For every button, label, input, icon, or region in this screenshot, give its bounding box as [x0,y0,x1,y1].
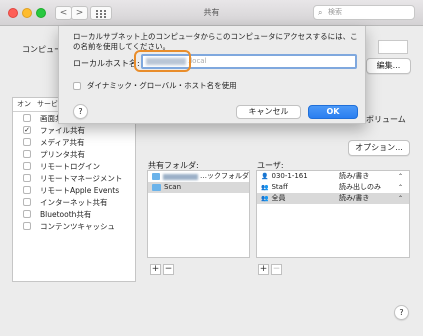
search-icon: ⌕ [318,8,323,17]
cancel-button[interactable]: キャンセル [236,105,301,119]
service-checkbox[interactable] [23,114,31,122]
service-label: リモートApple Events [40,185,120,195]
permission-value: 読み/書き [339,194,370,202]
service-label: リモートログイン [40,161,100,171]
group-icon: 👥 [261,184,269,191]
permission-popup[interactable]: 読み/書き ⌃ [339,171,403,182]
service-label: Bluetooth共有 [40,209,92,219]
permission-value: 読み/書き [339,172,370,180]
folder-name: Scan [164,183,182,191]
service-checkbox[interactable]: ✓ [23,126,31,134]
folder-row[interactable]: Scan [148,182,249,193]
users-list: 👤 030-1-161 読み/書き ⌃ 👥 Staff 読み出しのみ ⌃ 👥 全員 読み/書き ⌃ [256,170,410,258]
service-label: ファイル共有 [40,125,85,135]
service-checkbox[interactable] [23,210,31,218]
user-row[interactable]: 👤 030-1-161 読み/書き ⌃ [257,171,409,182]
hostname-label: ローカルホスト名: [73,59,140,68]
services-header-on: オン [17,100,31,108]
service-checkbox[interactable] [23,162,31,170]
dynamic-hostname-checkbox[interactable] [73,81,81,90]
search-field[interactable]: ⌕ 検索 [313,5,415,20]
add-folder-button[interactable]: + [150,264,161,275]
permission-popup[interactable]: 読み/書き ⌃ [339,193,403,204]
folder-row[interactable]: …ックフォルダ [148,171,249,182]
service-row[interactable]: インターネット共有 [13,196,135,208]
service-checkbox[interactable] [23,150,31,158]
group-icon: 👥 [261,195,269,202]
service-label: インターネット共有 [40,197,108,207]
user-name: 030-1-161 [271,172,308,180]
dynamic-hostname-option[interactable]: ダイナミック・グローバル・ホスト名を使用 [73,80,237,91]
folder-icon [152,184,161,191]
popup-arrows-icon: ⌃ [397,195,403,202]
remove-user-button[interactable]: − [271,264,282,275]
popup-arrows-icon: ⌃ [397,184,403,191]
service-label: プリンタ共有 [40,149,85,159]
service-label: メディア共有 [40,137,85,147]
service-checkbox[interactable] [23,198,31,206]
service-checkbox[interactable] [23,222,31,230]
shared-folders-list: …ックフォルダ Scan [147,170,250,258]
service-row[interactable]: Bluetooth共有 [13,208,135,220]
sheet-help-button[interactable]: ? [73,104,88,119]
service-checkbox[interactable] [23,186,31,194]
hostname-sheet: ローカルサブネット上のコンピュータからこのコンピュータにアクセスするには、この名… [58,26,366,124]
user-name: 全員 [271,194,286,202]
folder-name: …ックフォルダ [200,172,249,180]
service-row[interactable]: リモートログイン [13,160,135,172]
service-checkbox[interactable] [23,174,31,182]
computer-name-field[interactable] [378,40,408,54]
service-row[interactable]: メディア共有 [13,136,135,148]
service-checkbox[interactable] [23,138,31,146]
user-icon: 👤 [261,173,269,180]
redacted-text [162,173,198,180]
permission-value: 読み出しのみ [339,183,381,191]
service-label: リモートマネージメント [40,173,123,183]
service-label: コンテンツキャッシュ [40,221,115,231]
service-row[interactable]: ✓ ファイル共有 [13,124,135,136]
help-button[interactable]: ? [394,305,409,320]
highlight-annotation [134,50,191,72]
user-row[interactable]: 👥 全員 読み/書き ⌃ [257,193,409,204]
user-cell: 👥 Staff [261,182,288,193]
service-row[interactable]: プリンタ共有 [13,148,135,160]
remove-folder-button[interactable]: − [163,264,174,275]
service-row[interactable]: リモートマネージメント [13,172,135,184]
services-list: オン サービス 画面共有 ✓ ファイル共有 メディア共有 プリンタ共有 リモートログインリ… [12,97,136,282]
user-row[interactable]: 👥 Staff 読み出しのみ ⌃ [257,182,409,193]
user-cell: 👤 030-1-161 [261,171,308,182]
search-placeholder: 検索 [328,8,342,16]
sharing-window: < > 共有 ⌕ 検索 コンピュータ名: 編集... オン サービス 画面共有 ✓… [0,0,423,336]
edit-button[interactable]: 編集... [366,58,411,74]
ok-button[interactable]: OK [308,105,358,119]
volume-text: ボリューム [366,115,406,124]
sheet-message: ローカルサブネット上のコンピュータからこのコンピュータにアクセスするには、この名… [73,32,358,51]
permission-popup[interactable]: 読み出しのみ ⌃ [339,182,403,193]
popup-arrows-icon: ⌃ [397,173,403,180]
service-row[interactable]: リモートApple Events [13,184,135,196]
options-button[interactable]: オプション... [348,140,410,156]
title-bar: < > 共有 ⌕ 検索 [0,0,423,26]
folder-icon [152,173,160,180]
add-user-button[interactable]: + [258,264,269,275]
service-row[interactable]: コンテンツキャッシュ [13,220,135,232]
user-name: Staff [271,183,288,191]
dynamic-hostname-label: ダイナミック・グローバル・ホスト名を使用 [87,81,237,90]
user-cell: 👥 全員 [261,193,285,204]
